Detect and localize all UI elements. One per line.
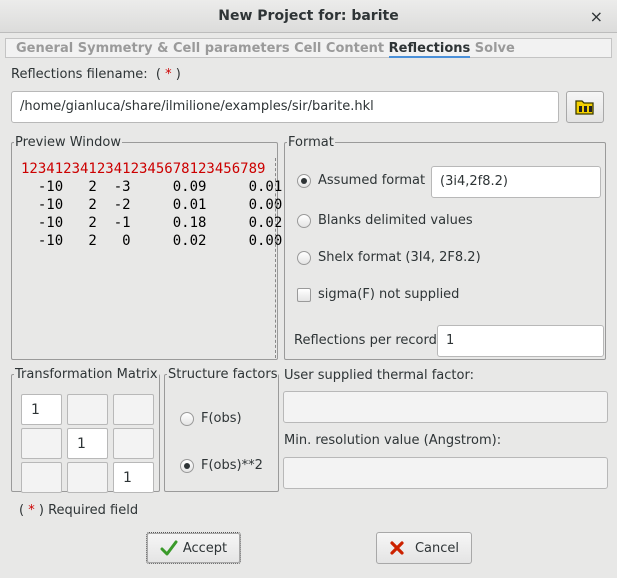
- resolution-input[interactable]: [283, 457, 608, 489]
- preview-row: -10 2 -1 0.18 0.02: [21, 215, 283, 231]
- blanks-delimited-radio[interactable]: [297, 214, 311, 228]
- tab-bar: General Symmetry & Cell parameters Cell …: [5, 38, 612, 58]
- filename-input[interactable]: /home/gianluca/share/ilmilione/examples/…: [11, 91, 559, 123]
- preview-row: -10 2 0 0.02 0.00: [21, 233, 283, 249]
- tab-solve[interactable]: Solve: [475, 41, 515, 56]
- matrix-cell-12[interactable]: [67, 394, 108, 425]
- transformation-matrix-group: Transformation Matrix 1 1 1: [11, 367, 160, 493]
- cancel-button[interactable]: Cancel: [376, 532, 472, 564]
- fobs-radio[interactable]: [180, 412, 194, 426]
- resolution-label: Min. resolution value (Angstrom):: [284, 433, 502, 448]
- column-marker: [275, 158, 276, 358]
- thermal-factor-input[interactable]: [283, 391, 608, 423]
- browse-file-button[interactable]: [566, 91, 604, 123]
- shelx-format-label: Shelx format (3I4, 2F8.2): [318, 250, 481, 265]
- cancel-x-icon: [390, 541, 404, 555]
- sigma-not-supplied-checkbox[interactable]: [297, 288, 311, 302]
- structure-factors-legend: Structure factors: [168, 367, 278, 382]
- format-legend: Format: [288, 135, 334, 150]
- preview-legend: Preview Window: [15, 135, 121, 150]
- close-icon[interactable]: ×: [590, 7, 603, 26]
- preview-row: -10 2 -3 0.09 0.01: [21, 179, 283, 195]
- tab-reflections[interactable]: Reflections: [388, 41, 471, 58]
- tab-cell-content[interactable]: Cell Content: [294, 41, 384, 56]
- per-record-label: Reflections per record: [294, 333, 437, 348]
- thermal-factor-label: User supplied thermal factor:: [284, 368, 474, 383]
- per-record-input[interactable]: 1: [437, 325, 604, 357]
- matrix-cell-11[interactable]: 1: [21, 394, 62, 425]
- assumed-format-label: Assumed format: [318, 173, 426, 188]
- matrix-cell-33[interactable]: 1: [113, 462, 154, 493]
- matrix-cell-32[interactable]: [67, 462, 108, 493]
- matrix-cell-23[interactable]: [113, 428, 154, 459]
- matrix-cell-13[interactable]: [113, 394, 154, 425]
- sigma-not-supplied-label: sigma(F) not supplied: [318, 287, 460, 302]
- structure-factors-group: Structure factors F(obs) F(obs)**2: [164, 367, 280, 492]
- preview-text[interactable]: 12341234123412345678123456789 -10 2 -3 0…: [21, 160, 282, 250]
- accept-button[interactable]: Accept: [146, 532, 241, 564]
- fobs-squared-radio[interactable]: [180, 459, 194, 473]
- tab-symmetry-cell[interactable]: Symmetry & Cell parameters: [78, 41, 290, 56]
- fobs-squared-label: F(obs)**2: [201, 458, 263, 473]
- assumed-format-radio[interactable]: [297, 174, 311, 188]
- preview-row: -10 2 -2 0.01 0.00: [21, 197, 283, 213]
- required-field-note: ( * ) Required field: [19, 503, 139, 518]
- tab-general[interactable]: General: [16, 41, 73, 56]
- shelx-format-radio[interactable]: [297, 251, 311, 265]
- preview-window: Preview Window 1234123412341234567812345…: [11, 135, 282, 360]
- matrix-cell-31[interactable]: [21, 462, 62, 493]
- filename-label: Reflections filename: ( * ): [11, 67, 181, 82]
- blanks-delimited-label: Blanks delimited values: [318, 213, 473, 228]
- transformation-legend: Transformation Matrix: [15, 367, 158, 382]
- preview-header: 12341234123412345678123456789: [21, 161, 266, 177]
- matrix-cell-21[interactable]: [21, 428, 62, 459]
- format-group: Format Assumed format (3i4,2f8.2) Blanks…: [284, 135, 606, 360]
- matrix-cell-22[interactable]: 1: [67, 428, 108, 459]
- check-icon: [160, 540, 178, 556]
- fobs-label: F(obs): [201, 411, 242, 426]
- folder-icon: [575, 100, 594, 115]
- window-title: New Project for: barite: [218, 8, 399, 24]
- assumed-format-input[interactable]: (3i4,2f8.2): [431, 166, 601, 198]
- title-bar: New Project for: barite ×: [0, 0, 617, 33]
